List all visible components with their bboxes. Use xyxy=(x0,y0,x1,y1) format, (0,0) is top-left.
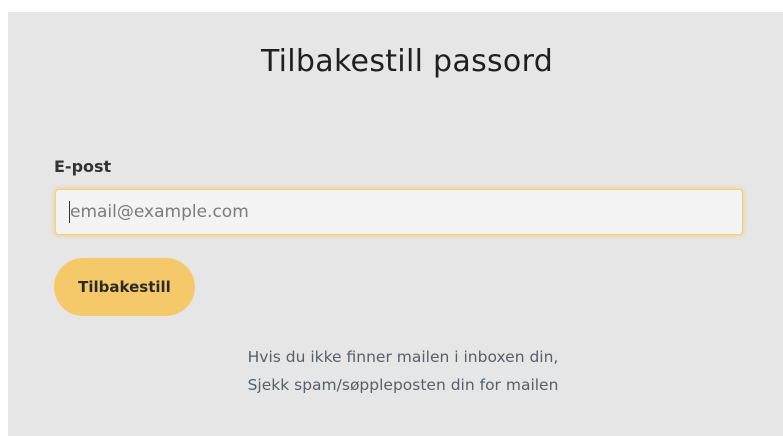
help-line-2: Sjekk spam/søppleposten din for mailen xyxy=(247,376,559,394)
text-caret xyxy=(69,201,70,223)
help-line-1: Hvis du ikke finner mailen i inboxen din… xyxy=(247,348,559,366)
help-text: Hvis du ikke finner mailen i inboxen din… xyxy=(8,343,783,399)
page-title: Tilbakestill passord xyxy=(260,44,554,79)
reset-button[interactable]: Tilbakestill xyxy=(54,258,195,316)
email-field[interactable] xyxy=(55,189,743,235)
email-label: E-post xyxy=(54,157,112,176)
reset-password-panel: Tilbakestill passord E-post Tilbakestill… xyxy=(8,12,783,436)
